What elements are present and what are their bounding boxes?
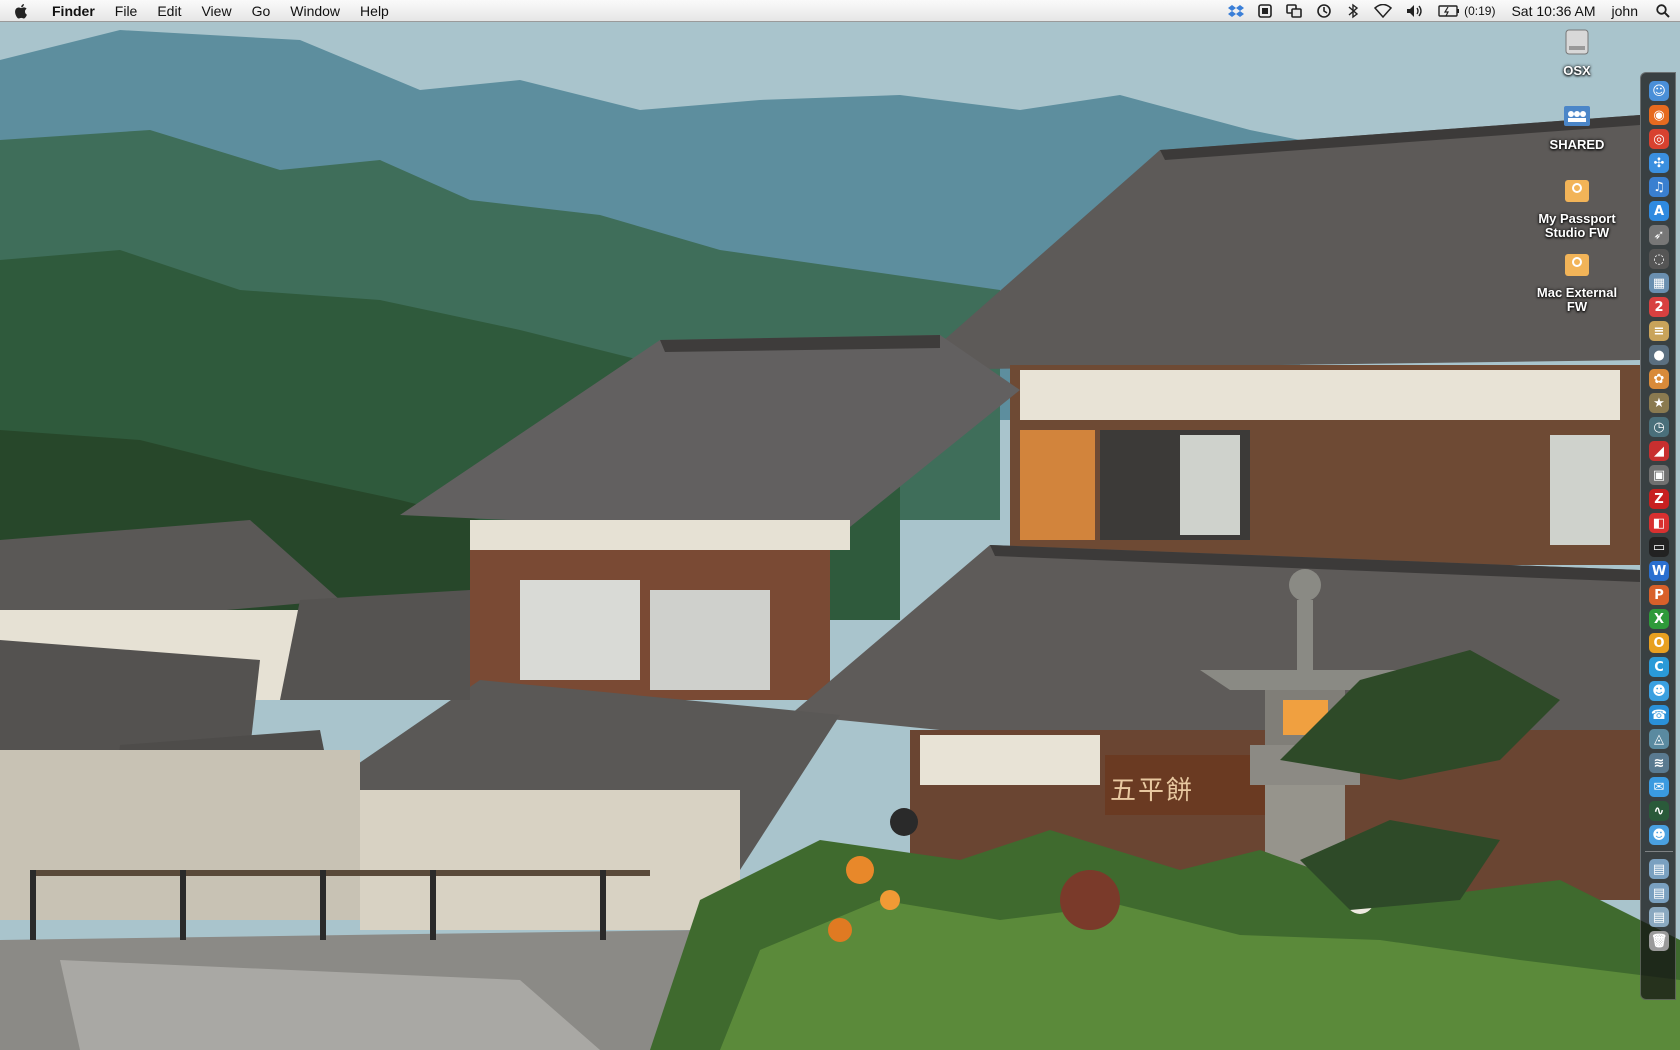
menu-edit[interactable]: Edit	[157, 3, 181, 19]
menu-extra-icon[interactable]	[1258, 3, 1272, 18]
dock-item-preview-icon[interactable]: ▦	[1649, 273, 1669, 293]
desktop-icon-label: My Passport Studio FW	[1538, 211, 1616, 240]
dock-item-powerpoint-icon[interactable]: P	[1649, 585, 1669, 605]
apple-menu-icon[interactable]	[14, 3, 30, 19]
wallpaper	[0, 0, 1680, 1050]
desktop-icon-label: OSX	[1563, 63, 1591, 78]
dock-item-downloads-stack-icon[interactable]: ▤	[1649, 907, 1669, 927]
menu-clock[interactable]: Sat 10:36 AM	[1511, 3, 1595, 19]
dock-item-ichat-icon[interactable]: ✉	[1649, 777, 1669, 797]
dock-item-word-icon[interactable]: W	[1649, 561, 1669, 581]
desktop-icon-label: SHARED	[1549, 137, 1605, 152]
dock-item-messenger-icon[interactable]: ☻	[1649, 681, 1669, 701]
dock-item-imovie-icon[interactable]: ★	[1649, 393, 1669, 413]
external-drive-icon	[1565, 254, 1589, 276]
wifi-icon[interactable]	[1374, 3, 1393, 18]
hard-disk-icon	[1565, 29, 1589, 55]
dock-item-skype-icon[interactable]: ☎	[1649, 705, 1669, 725]
dock-item-aperture-icon[interactable]: ◌	[1649, 249, 1669, 269]
dock-item-trash-icon[interactable]: 🗑	[1649, 931, 1669, 951]
dock-item-excel-icon[interactable]: X	[1649, 609, 1669, 629]
menu-help[interactable]: Help	[360, 3, 389, 19]
dock-item-filezilla-icon[interactable]: Z	[1649, 489, 1669, 509]
bluetooth-icon[interactable]	[1346, 3, 1360, 19]
dock-item-iphoto-icon[interactable]: ✿	[1649, 369, 1669, 389]
desktop[interactable]: 五平餅 OSX SHARED My Passport Studio FW Mac…	[0, 0, 1680, 1050]
dock-item-textmate-icon[interactable]: ◢	[1649, 441, 1669, 461]
dock-item-safari-icon[interactable]: ✣	[1649, 153, 1669, 173]
spotlight-search-icon[interactable]	[1656, 3, 1670, 18]
dock-item-notes-icon[interactable]: ≡	[1649, 321, 1669, 341]
desktop-icon-mac-external[interactable]: Mac External FW	[1532, 248, 1622, 314]
dock-item-screenshot-icon[interactable]: ▣	[1649, 465, 1669, 485]
dock-item-rocket-icon[interactable]: ➶	[1649, 225, 1669, 245]
fast-user-switch[interactable]: john	[1612, 3, 1638, 19]
external-drive-icon	[1565, 180, 1589, 202]
dock-item-ical-icon[interactable]: 2	[1649, 297, 1669, 317]
menu-view[interactable]: View	[201, 3, 231, 19]
dock-separator	[1645, 851, 1673, 852]
shop-sign-text: 五平餅	[1110, 776, 1195, 806]
dropbox-icon[interactable]	[1228, 3, 1245, 19]
menu-file[interactable]: File	[115, 3, 138, 19]
dock-item-firefox-icon[interactable]: ◉	[1649, 105, 1669, 125]
volume-icon[interactable]	[1406, 4, 1424, 18]
dock-item-applications-folder-icon[interactable]: ▤	[1649, 859, 1669, 879]
time-machine-icon[interactable]	[1316, 3, 1332, 19]
menu-bar: Finder File Edit View Go Window Help (0:…	[0, 0, 1680, 22]
dock-item-activity-monitor-icon[interactable]: ∿	[1649, 801, 1669, 821]
dock-item-parallels-icon[interactable]: ◧	[1649, 513, 1669, 533]
battery-icon[interactable]: (0:19)	[1438, 4, 1495, 18]
dock-item-airport-icon[interactable]: ◬	[1649, 729, 1669, 749]
dock-item-documents-folder-icon[interactable]: ▤	[1649, 883, 1669, 903]
dock-item-terminal-icon[interactable]: ▭	[1649, 537, 1669, 557]
dock-item-network-icon[interactable]: ≋	[1649, 753, 1669, 773]
menu-window[interactable]: Window	[290, 3, 340, 19]
dock-item-app-store-icon[interactable]: A	[1649, 201, 1669, 221]
dock-item-adium-icon[interactable]: ☻	[1649, 825, 1669, 845]
dock-item-outlook-icon[interactable]: O	[1649, 633, 1669, 653]
dock-item-time-machine-icon[interactable]: ◷	[1649, 417, 1669, 437]
dock-item-finder-icon[interactable]: ☺	[1649, 81, 1669, 101]
battery-time: (0:19)	[1464, 3, 1496, 18]
desktop-icon-shared[interactable]: SHARED	[1532, 100, 1622, 152]
menu-go[interactable]: Go	[252, 3, 271, 19]
sync-icon[interactable]	[1286, 3, 1302, 18]
desktop-icon-label: Mac External FW	[1536, 285, 1618, 314]
dock: ☺ ◉ ◎ ✣ ♫ A ➶ ◌ ▦ 2 ≡ ● ✿ ★ ◷ ◢ ▣ Z ◧ ▭ W P X O C ☻ ☎ ◬ ≋ ✉ ∿ ☻ ▤ ▤ ▤ 🗑	[1640, 72, 1676, 1000]
desktop-icon-my-passport[interactable]: My Passport Studio FW	[1532, 174, 1622, 240]
dock-item-chrome-icon[interactable]: ◎	[1649, 129, 1669, 149]
dock-item-entourage-icon[interactable]: C	[1649, 657, 1669, 677]
menu-finder[interactable]: Finder	[52, 3, 95, 19]
dock-item-facetime-icon[interactable]: ●	[1649, 345, 1669, 365]
dock-item-itunes-icon[interactable]: ♫	[1649, 177, 1669, 197]
network-share-icon	[1564, 106, 1590, 126]
desktop-icon-osx[interactable]: OSX	[1532, 26, 1622, 78]
